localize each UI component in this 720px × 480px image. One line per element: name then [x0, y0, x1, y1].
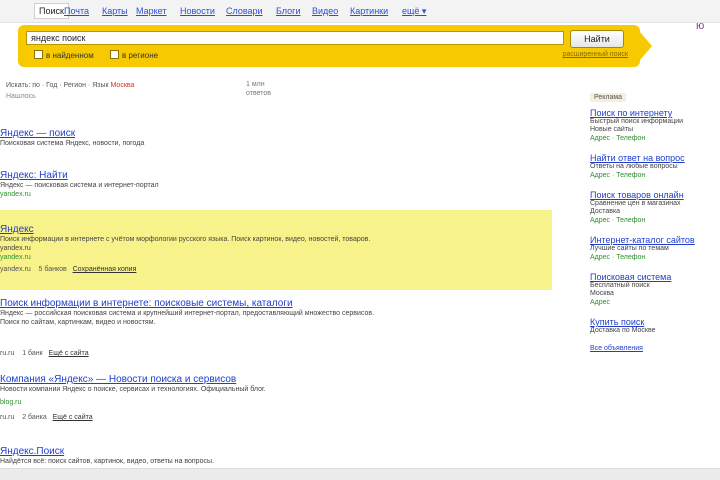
search-result: Яндекс: Найти Яндекс — поисковая система…: [0, 170, 550, 199]
checkbox-icon[interactable]: [110, 50, 119, 59]
region-filter[interactable]: Москва: [111, 82, 135, 89]
result-snippet: Поиск информации в интернете с учётом мо…: [0, 236, 371, 243]
result-snippet-2: Поиск по сайтам, картинкам, видео и ново…: [0, 319, 156, 326]
checkbox-icon[interactable]: [34, 50, 43, 59]
search-input[interactable]: [26, 31, 564, 45]
ad-text: Бесплатный поиск: [590, 282, 650, 289]
tab-dictionaries[interactable]: Словари: [226, 5, 263, 17]
tab-news[interactable]: Новости: [180, 5, 215, 17]
ads-column: Реклама Поиск по интернету Быстрый поиск…: [590, 86, 720, 352]
result-title[interactable]: Яндекс.Поиск: [0, 446, 550, 457]
search-result: Поиск информации в интернете: поисковые …: [0, 298, 550, 359]
advanced-search-link[interactable]: расширенный поиск: [563, 51, 628, 58]
result-title[interactable]: Яндекс — поиск: [0, 128, 550, 139]
result-meta: ru.ru 1 банк Ещё с сайта: [0, 350, 89, 357]
ad-title[interactable]: Поисковая система: [590, 272, 720, 282]
search-button[interactable]: Найти: [570, 30, 624, 48]
ad-item: Поиск товаров онлайн Сравнение цен в маг…: [590, 190, 720, 225]
result-title[interactable]: Яндекс: Найти: [0, 170, 550, 181]
saved-copy-link[interactable]: Сохранённая копия: [73, 266, 137, 273]
result-meta: ru.ru 2 банка Ещё с сайта: [0, 414, 93, 421]
ad-item: Интернет-каталог сайтов Лучшие сайты по …: [590, 235, 720, 262]
more-from-site-link[interactable]: Ещё с сайта: [49, 350, 89, 357]
ad-title[interactable]: Купить поиск: [590, 317, 720, 327]
ad-text: Быстрый поиск информации: [590, 118, 684, 125]
ad-contact-link[interactable]: Адрес: [590, 298, 720, 307]
tab-market[interactable]: Маркет: [136, 5, 166, 17]
ad-contact-link[interactable]: Адрес · Телефон: [590, 134, 720, 143]
result-title[interactable]: Яндекс: [0, 224, 550, 235]
ad-item: Купить поиск Доставка по Москве: [590, 317, 720, 335]
more-from-site-link[interactable]: Ещё с сайта: [53, 414, 93, 421]
result-url[interactable]: blog.ru: [0, 398, 550, 407]
result-title[interactable]: Поиск информации в интернете: поисковые …: [0, 298, 550, 309]
ad-contact-link[interactable]: Адрес · Телефон: [590, 216, 720, 225]
all-ads-link[interactable]: Все объявления: [590, 345, 720, 352]
result-title[interactable]: Компания «Яндекс» — Новости поиска и сер…: [0, 374, 550, 385]
result-snippet: Новости компании Яндекс о поиске, сервис…: [0, 386, 266, 393]
search-result: Яндекс — поиск Поисковая система Яндекс,…: [0, 128, 550, 148]
ad-text-2: Новые сайты: [590, 126, 634, 133]
ad-item: Поисковая система Бесплатный поиск Москв…: [590, 272, 720, 307]
top-nav: Поиск Почта Карты Маркет Новости Словари…: [0, 0, 720, 23]
ad-title[interactable]: Поиск товаров онлайн: [590, 190, 720, 200]
option-in-region[interactable]: в регионе: [110, 50, 158, 60]
ad-text: Лучшие сайты по темам: [590, 245, 669, 252]
filters-line: Искать: по · Год · Регион · Язык Москва: [6, 82, 134, 89]
result-snippet: Найдётся всё: поиск сайтов, картинок, ви…: [0, 458, 214, 465]
ad-text-2: Москва: [590, 290, 614, 297]
result-snippet-2: yandex.ru: [0, 245, 31, 252]
result-snippet: Яндекс — российская поисковая система и …: [0, 310, 375, 317]
side-fragment: ю: [696, 20, 705, 32]
results-stats: 1 млн ответов: [246, 81, 271, 97]
ad-contact-link[interactable]: Адрес · Телефон: [590, 253, 720, 262]
tab-mail[interactable]: Почта: [64, 5, 89, 17]
ad-item: Найти ответ на вопрос Ответы на любые во…: [590, 153, 720, 180]
search-result-highlighted: Яндекс Поиск информации в интернете с уч…: [0, 224, 550, 275]
tab-more[interactable]: ещё ▾: [402, 5, 426, 17]
tab-maps[interactable]: Карты: [102, 5, 128, 17]
ad-contact-link[interactable]: Адрес · Телефон: [590, 171, 720, 180]
result-snippet: Яндекс — поисковая система и интернет-по…: [0, 182, 159, 189]
result-snippet: Поисковая система Яндекс, новости, погод…: [0, 140, 145, 147]
result-url[interactable]: yandex.ru: [0, 253, 550, 262]
ad-text: Ответы на любые вопросы: [590, 163, 678, 170]
ad-item: Поиск по интернету Быстрый поиск информа…: [590, 108, 720, 143]
filter-links[interactable]: Искать: по · Год · Регион · Язык: [6, 82, 109, 89]
tab-blogs[interactable]: Блоги: [276, 5, 300, 17]
results-count-label: Нашлось: [6, 93, 36, 100]
ad-title[interactable]: Интернет-каталог сайтов: [590, 235, 720, 245]
ad-title[interactable]: Поиск по интернету: [590, 108, 720, 118]
ad-title[interactable]: Найти ответ на вопрос: [590, 153, 720, 163]
horizontal-scrollbar[interactable]: [0, 468, 720, 480]
search-result: Яндекс.Поиск Найдётся всё: поиск сайтов,…: [0, 446, 550, 466]
tab-images[interactable]: Картинки: [350, 5, 388, 17]
result-meta: yandex.ru 5 банков Сохранённая копия: [0, 266, 137, 273]
ad-text: Доставка по Москве: [590, 327, 656, 334]
tab-video[interactable]: Видео: [312, 5, 338, 17]
result-url[interactable]: yandex.ru: [0, 190, 550, 199]
search-result: Компания «Яндекс» — Новости поиска и сер…: [0, 374, 550, 423]
ads-label: Реклама: [590, 93, 627, 102]
ad-text-2: Доставка: [590, 208, 621, 215]
option-in-found[interactable]: в найденном: [34, 50, 94, 60]
search-block: Найти в найденном в регионе расширенный …: [18, 25, 652, 67]
ad-text: Сравнение цен в магазинах: [590, 200, 681, 207]
